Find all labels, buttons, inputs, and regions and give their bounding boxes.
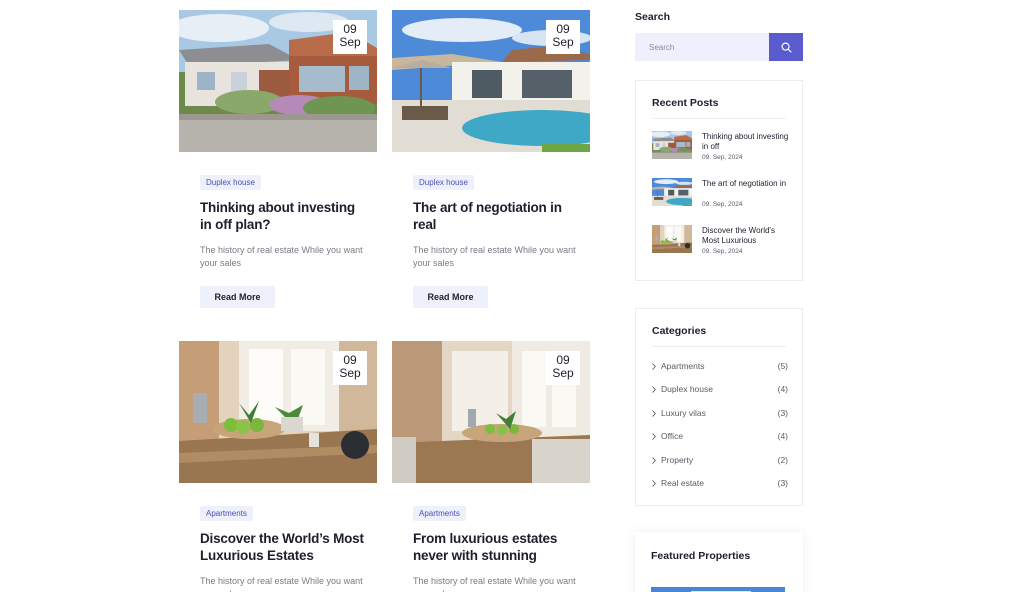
date-month: Sep [552,35,574,49]
post-tag[interactable]: Duplex house [200,175,261,190]
search-button[interactable] [769,33,803,61]
chevron-right-icon [652,457,656,464]
read-more-button[interactable]: Read More [413,286,488,308]
categories-widget: Categories Apartments (5) Duplex house (… [635,308,803,506]
chevron-right-icon [652,363,656,370]
search-form [635,33,803,61]
recent-posts-title: Recent Posts [652,97,719,109]
post-title[interactable]: Thinking about investing in off plan? [200,199,370,233]
post-excerpt: The history of real estate While you wan… [200,576,363,592]
post-excerpt: The history of real estate While you wan… [200,245,363,268]
recent-post-title[interactable]: Discover the World's Most Luxurious [702,226,790,245]
chevron-right-icon [652,386,656,393]
post-tag[interactable]: Duplex house [413,175,474,190]
featured-property-image[interactable] [651,584,785,592]
post-image-pool-villa[interactable]: 09 Sep [392,10,590,152]
recent-post-title[interactable]: The art of negotiation in [702,179,790,189]
chevron-right-icon [652,410,656,417]
category-item[interactable]: Luxury vilas (3) [652,408,788,422]
post-title[interactable]: Discover the World’s Most Luxurious Esta… [200,530,370,564]
category-item[interactable]: Property (2) [652,455,788,469]
date-badge: 09 Sep [546,351,580,385]
category-item[interactable]: Office (4) [652,431,788,445]
recent-post-thumb[interactable] [652,131,692,159]
categories-title: Categories [652,325,707,337]
post-title[interactable]: The art of negotiation in real [413,199,583,233]
category-name[interactable]: Property [661,455,693,465]
post-title[interactable]: From luxurious estates never with stunni… [413,530,583,564]
category-item[interactable]: Real estate (3) [652,478,788,492]
date-month: Sep [339,35,361,49]
featured-properties-title: Featured Properties [651,550,751,562]
category-count: (3) [777,408,788,418]
post-image-dining-room[interactable]: 09 Sep [392,341,590,483]
date-badge: 09 Sep [546,20,580,54]
category-count: (4) [777,384,788,394]
recent-post-item[interactable]: Thinking about investing in off 09. Sep,… [652,131,792,167]
category-count: (4) [777,431,788,441]
divider [652,118,786,119]
recent-post-date: 09. Sep, 2024 [702,201,743,208]
search-input[interactable] [635,33,769,61]
date-badge: 09 Sep [333,20,367,54]
recent-post-date: 09. Sep, 2024 [702,154,743,161]
divider [652,346,786,347]
featured-properties-widget: Featured Properties [635,532,803,592]
category-name[interactable]: Office [661,431,683,441]
post-excerpt: The history of real estate While you wan… [413,245,576,268]
search-heading: Search [635,11,671,23]
recent-post-item[interactable]: Discover the World's Most Luxurious 09. … [652,225,792,261]
category-item[interactable]: Apartments (5) [652,361,788,375]
category-name[interactable]: Apartments [661,361,704,371]
post-tag[interactable]: Apartments [200,506,253,521]
date-badge: 09 Sep [333,351,367,385]
post-tag[interactable]: Apartments [413,506,466,521]
category-name[interactable]: Luxury vilas [661,408,706,418]
category-item[interactable]: Duplex house (4) [652,384,788,398]
recent-post-date: 09. Sep, 2024 [702,248,743,255]
read-more-button[interactable]: Read More [200,286,275,308]
post-image-house-exterior[interactable]: 09 Sep [179,10,377,152]
chevron-right-icon [652,433,656,440]
recent-post-thumb[interactable] [652,178,692,206]
date-month: Sep [552,366,574,380]
post-image-dining-table[interactable]: 09 Sep [179,341,377,483]
post-excerpt: The history of real estate While you wan… [413,576,576,592]
date-month: Sep [339,366,361,380]
category-count: (5) [777,361,788,371]
category-count: (3) [777,478,788,488]
category-name[interactable]: Real estate [661,478,704,488]
category-name[interactable]: Duplex house [661,384,713,394]
recent-post-thumb[interactable] [652,225,692,253]
chevron-right-icon [652,480,656,487]
search-icon [781,42,791,52]
recent-posts-widget: Recent Posts Thinking about investing in… [635,80,803,281]
category-count: (2) [777,455,788,465]
recent-post-title[interactable]: Thinking about investing in off [702,132,790,151]
recent-post-item[interactable]: The art of negotiation in 09. Sep, 2024 [652,178,792,214]
